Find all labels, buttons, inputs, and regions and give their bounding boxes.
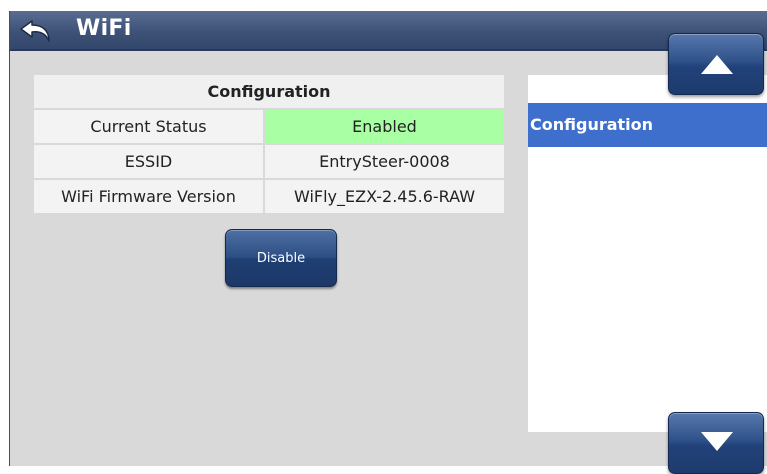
row-value-current-status: Enabled — [265, 110, 504, 145]
arrow-down-icon — [701, 432, 733, 451]
table-header-row: Configuration — [34, 75, 504, 110]
disable-button[interactable]: Disable — [225, 229, 337, 287]
scroll-up-button[interactable] — [668, 33, 764, 95]
row-label-essid: ESSID — [34, 145, 265, 180]
table-header: Configuration — [34, 75, 504, 110]
row-value-firmware-version: WiFly_EZX-2.45.6-RAW — [265, 180, 504, 215]
back-arrow-icon[interactable] — [18, 17, 54, 45]
table-row: Current Status Enabled — [34, 110, 504, 145]
side-list-item-configuration[interactable]: Configuration — [528, 103, 767, 147]
row-label-current-status: Current Status — [34, 110, 265, 145]
arrow-up-icon — [701, 55, 733, 74]
row-label-firmware-version: WiFi Firmware Version — [34, 180, 265, 215]
title-bar: WiFi — [10, 11, 767, 51]
configuration-table: Configuration Current Status Enabled ESS… — [34, 75, 504, 215]
scroll-down-button[interactable] — [668, 412, 764, 474]
row-value-essid: EntrySteer-0008 — [265, 145, 504, 180]
table-row: ESSID EntrySteer-0008 — [34, 145, 504, 180]
page-title: WiFi — [76, 16, 132, 41]
table-row: WiFi Firmware Version WiFly_EZX-2.45.6-R… — [34, 180, 504, 215]
wifi-screen: WiFi Configuration Current Status Enable… — [9, 11, 767, 474]
side-list: Configuration — [528, 75, 767, 432]
